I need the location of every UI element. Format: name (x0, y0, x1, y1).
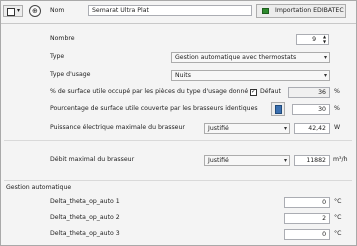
delta-1-field[interactable]: 0 (284, 197, 330, 208)
type-usage-label: Type d'usage (50, 71, 91, 78)
delta-3-field[interactable]: 0 (284, 229, 330, 240)
pct-unit: % (334, 88, 340, 95)
debit-unit: m³/h (333, 156, 348, 163)
delta-label: Delta_theta_op_auto 3 (50, 230, 120, 237)
pct-unit: % (334, 105, 340, 112)
defaut-checkbox[interactable]: ✓ (250, 88, 257, 96)
chevron-down-icon: ▾ (323, 54, 327, 61)
divider (4, 140, 352, 141)
import-icon (262, 8, 269, 14)
puissance-unit: W (334, 124, 341, 131)
calculator-icon (275, 105, 282, 114)
puissance-field[interactable]: 42,42 (294, 123, 330, 134)
checkbox-icon (7, 8, 15, 16)
checkbox-dropdown-button[interactable]: ▾ (3, 5, 23, 17)
checkmark-icon: ✓ (251, 88, 257, 95)
puissance-label: Puissance électrique maximale du brasseu… (50, 124, 185, 131)
section-title: Gestion automatique (6, 184, 72, 191)
nombre-stepper[interactable]: ▲ ▼ (320, 34, 329, 45)
delta-unit: °C (334, 198, 342, 205)
name-label: Nom (50, 7, 65, 14)
name-field[interactable]: Semarat Ultra Plat (88, 5, 252, 16)
delta-unit: °C (334, 214, 342, 221)
nombre-label: Nombre (50, 35, 75, 42)
calculator-button[interactable] (271, 102, 285, 116)
delta-label: Delta_theta_op_auto 1 (50, 198, 120, 205)
chevron-down-icon: ▾ (283, 157, 287, 164)
delta-label: Delta_theta_op_auto 2 (50, 214, 120, 221)
pct-surface-couverte-field[interactable]: 30 (292, 104, 330, 115)
defaut-label: Défaut (260, 88, 281, 95)
chevron-down-icon: ▾ (323, 72, 327, 79)
copy-icon[interactable]: ⊕ (29, 5, 41, 17)
puissance-mode-select[interactable]: Justifié ▾ (204, 123, 290, 134)
pct-surface-occupee-field[interactable]: 36 (288, 87, 330, 98)
chevron-down-icon: ▾ (17, 7, 21, 14)
pct-surface-occupee-label: % de surface utile occupé par les pièces… (50, 88, 249, 95)
delta-2-field[interactable]: 2 (284, 213, 330, 224)
debit-label: Débit maximal du brasseur (50, 156, 135, 163)
type-select[interactable]: Gestion automatique avec thermostats ▾ (171, 52, 330, 63)
divider (4, 180, 352, 181)
type-usage-select[interactable]: Nuits ▾ (171, 70, 330, 81)
pct-surface-couverte-label: Pourcentage de surface utile couverte pa… (50, 105, 258, 112)
debit-field[interactable]: 11882 (294, 155, 330, 166)
chevron-down-icon: ▾ (283, 125, 287, 132)
debit-mode-select[interactable]: Justifié ▾ (204, 155, 290, 166)
import-edibatec-button[interactable]: Importation EDIBATEC (256, 4, 346, 18)
stepper-down-icon[interactable]: ▼ (320, 39, 329, 44)
type-label: Type (50, 53, 65, 60)
delta-unit: °C (334, 230, 342, 237)
